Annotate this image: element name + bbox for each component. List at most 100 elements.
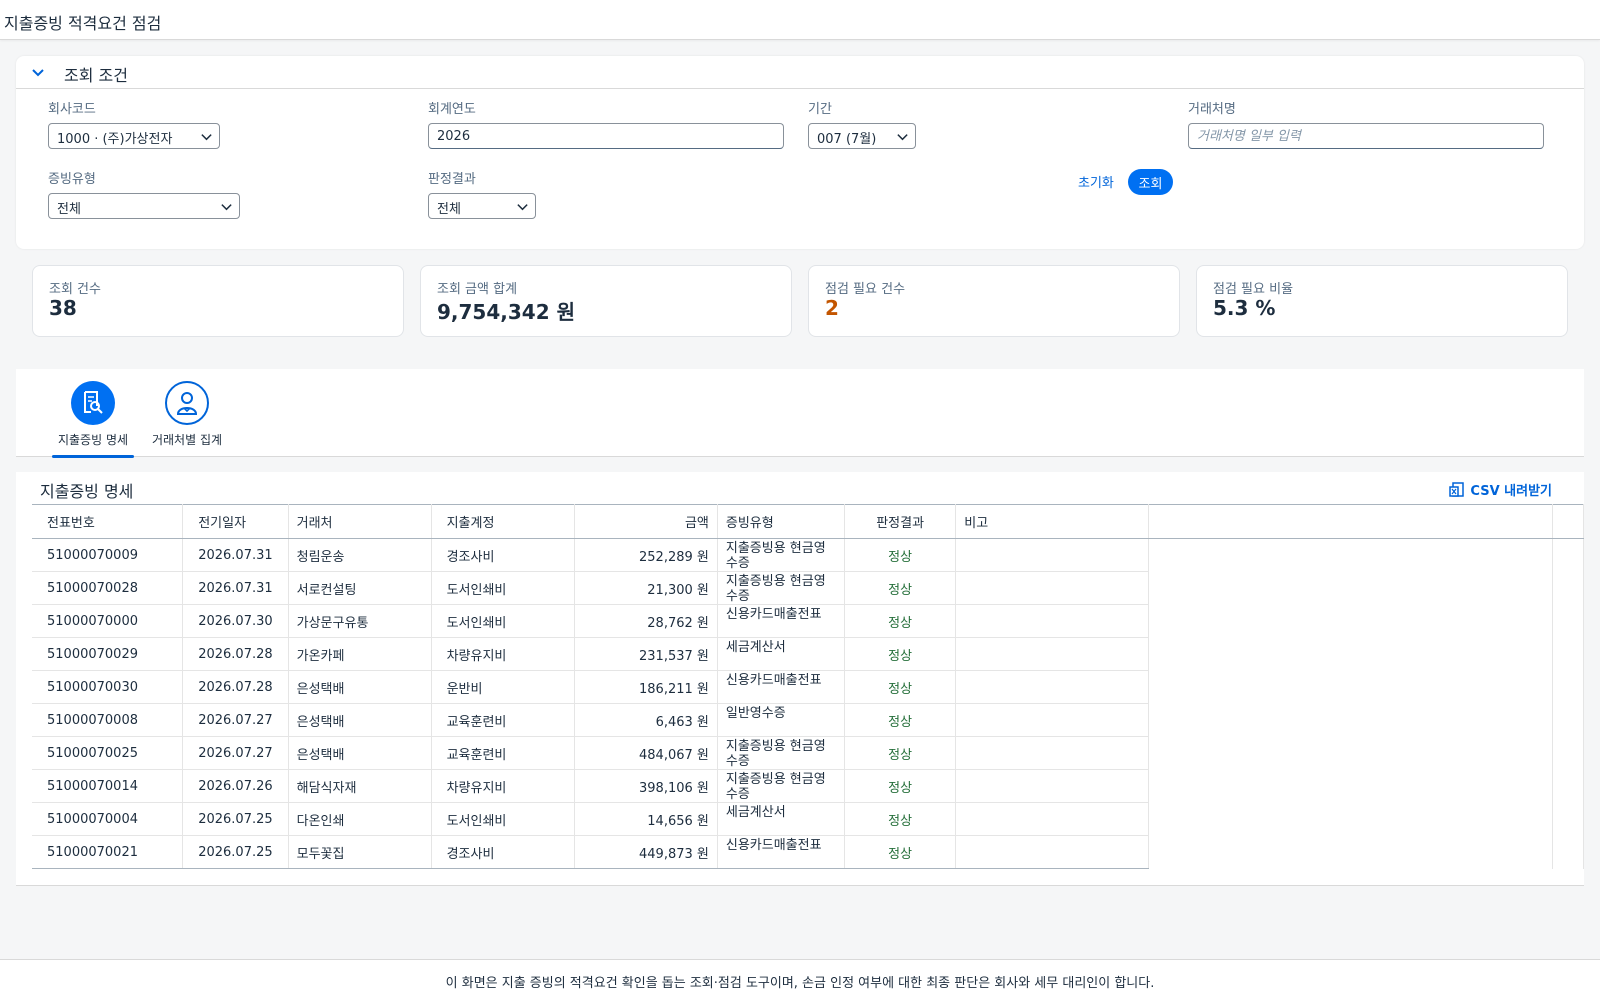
column-header-result[interactable]: 판정결과: [844, 504, 957, 539]
chevron-down-icon: [201, 134, 212, 141]
cell-amount: 6,463 원: [574, 703, 718, 737]
cell-account: 차량유지비: [431, 769, 575, 803]
document-search-icon: [84, 391, 103, 414]
cell-amount: 398,106 원: [574, 769, 718, 803]
company-select[interactable]: 1000 · (주)가상전자: [48, 123, 220, 149]
table-filler-cell: [1147, 769, 1553, 803]
cell-evidence-type: 일반영수증: [717, 703, 845, 737]
search-button[interactable]: 조회: [1128, 169, 1173, 195]
cell-posting-date: 2026.07.31: [182, 571, 289, 605]
cell-posting-date: 2026.07.30: [182, 604, 289, 638]
cell-result: 정상: [844, 637, 957, 671]
table-row[interactable]: 51000070014 2026.07.26 해담식자재 차량유지비 398,106 원…: [32, 769, 1585, 803]
year-label: 회계연도: [428, 102, 476, 117]
reset-button[interactable]: 초기화: [1078, 172, 1114, 191]
column-header-doc-no[interactable]: 전표번호: [32, 504, 184, 539]
cell-doc-no: 51000070029: [32, 637, 184, 671]
company-select-value: 1000 · (주)가상전자: [57, 132, 173, 147]
result-label: 판정결과: [428, 172, 476, 187]
table-filler-cell: [1147, 703, 1553, 737]
cell-evidence-type: 지출증빙용 현금영수증: [717, 538, 845, 572]
table-filler-cell: [1552, 769, 1585, 803]
table-row[interactable]: 51000070009 2026.07.31 청림운송 경조사비 252,289 원 지출…: [32, 538, 1585, 572]
cell-account: 도서인쇄비: [431, 571, 575, 605]
cell-posting-date: 2026.07.28: [182, 670, 289, 704]
cell-evidence-type: 세금계산서: [717, 802, 845, 836]
evidence-select-value: 전체: [57, 202, 81, 217]
table-row[interactable]: 51000070004 2026.07.25 다온인쇄 도서인쇄비 14,656 원 세금…: [32, 802, 1585, 836]
excel-export-icon: [1449, 481, 1465, 497]
column-header-amount[interactable]: 금액: [574, 504, 718, 539]
tab-vendor-summary[interactable]: 거래처별 집계: [142, 381, 232, 448]
column-header-account[interactable]: 지출계정: [431, 504, 575, 539]
cell-amount: 252,289 원: [574, 538, 718, 572]
table-row[interactable]: 51000070008 2026.07.27 은성택배 교육훈련비 6,463 원 일반영…: [32, 703, 1585, 737]
result-select-value: 전체: [437, 202, 461, 217]
filter-panel-title: 조회 조건: [64, 66, 128, 85]
table-row[interactable]: 51000070021 2026.07.25 모두꽃집 경조사비 449,873 원 신용…: [32, 835, 1585, 869]
filter-panel-header[interactable]: 조회 조건: [16, 56, 1584, 89]
cell-remark: [955, 571, 1149, 605]
cell-evidence-type: 지출증빙용 현금영수증: [717, 736, 845, 770]
cell-evidence-type: 신용카드매출전표: [717, 670, 845, 704]
table-filler-cell: [1552, 637, 1585, 671]
cell-amount: 231,537 원: [574, 637, 718, 671]
cell-amount: 14,656 원: [574, 802, 718, 836]
table-filler-cell: [1552, 835, 1585, 869]
column-header-remark[interactable]: 비고: [955, 504, 1149, 539]
csv-download-label: CSV 내려받기: [1470, 484, 1552, 499]
cell-posting-date: 2026.07.27: [182, 736, 289, 770]
cell-doc-no: 51000070004: [32, 802, 184, 836]
cell-vendor: 가상문구유통: [288, 604, 432, 638]
year-input[interactable]: [428, 123, 784, 149]
cell-evidence-type: 신용카드매출전표: [717, 835, 845, 869]
cell-vendor: 가온카페: [288, 637, 432, 671]
app-title: 지출증빙 적격요건 점검: [4, 14, 162, 33]
kpi-label: 조회 금액 합계: [437, 282, 518, 297]
cell-vendor: 다온인쇄: [288, 802, 432, 836]
table-row[interactable]: 51000070025 2026.07.27 은성택배 교육훈련비 484,067 원지…: [32, 736, 1585, 770]
cell-result: 정상: [844, 571, 957, 605]
cell-account: 차량유지비: [431, 637, 575, 671]
vendor-input[interactable]: [1188, 123, 1544, 149]
evidence-select[interactable]: 전체: [48, 193, 240, 219]
cell-vendor: 은성택배: [288, 736, 432, 770]
kpi-card-amount: 조회 금액 합계 9,754,342 원: [420, 265, 792, 337]
column-header-posting-date[interactable]: 전기일자: [182, 504, 289, 539]
tab-icon-circle: [165, 381, 209, 425]
cell-result: 정상: [844, 769, 957, 803]
cell-evidence-type: 지출증빙용 현금영수증: [717, 571, 845, 605]
cell-account: 도서인쇄비: [431, 604, 575, 638]
cell-amount: 484,067 원: [574, 736, 718, 770]
cell-posting-date: 2026.07.27: [182, 703, 289, 737]
cell-remark: [955, 670, 1149, 704]
result-select[interactable]: 전체: [428, 193, 536, 219]
cell-result: 정상: [844, 835, 957, 869]
chevron-down-icon: [517, 204, 528, 211]
table-row[interactable]: 51000070028 2026.07.31 서로컨설팅 도서인쇄비 21,300 원지…: [32, 571, 1585, 605]
period-select-value: 007 (7월): [817, 132, 877, 147]
footer-disclaimer: 이 화면은 지출 증빙의 적격요건 확인을 돕는 조회·점검 도구이며, 손금 …: [0, 959, 1600, 1000]
period-select[interactable]: 007 (7월): [808, 123, 916, 149]
csv-download-button[interactable]: CSV 내려받기: [1449, 480, 1552, 499]
cell-result: 정상: [844, 802, 957, 836]
cell-posting-date: 2026.07.25: [182, 835, 289, 869]
cell-doc-no: 51000070009: [32, 538, 184, 572]
cell-vendor: 모두꽃집: [288, 835, 432, 869]
kpi-card-review-count: 점검 필요 건수 2: [808, 265, 1180, 337]
table-filler-cell: [1147, 835, 1553, 869]
table-row[interactable]: 51000070029 2026.07.28 가온카페 차량유지비 231,537 원세…: [32, 637, 1585, 671]
table-row[interactable]: 51000070000 2026.07.30 가상문구유통 도서인쇄비 28,762 원…: [32, 604, 1585, 638]
cell-vendor: 은성택배: [288, 670, 432, 704]
tab-evidence-detail[interactable]: 지출증빙 명세: [52, 381, 134, 458]
table-filler-cell: [1552, 670, 1585, 704]
column-header-vendor[interactable]: 거래처: [288, 504, 432, 539]
cell-evidence-type: 신용카드매출전표: [717, 604, 845, 638]
tab-label: 지출증빙 명세: [57, 433, 129, 447]
column-header-evidence-type[interactable]: 증빙유형: [717, 504, 845, 539]
cell-evidence-type: 세금계산서: [717, 637, 845, 671]
chevron-down-icon[interactable]: [30, 64, 46, 80]
cell-doc-no: 51000070000: [32, 604, 184, 638]
kpi-value: 2: [825, 296, 839, 320]
table-row[interactable]: 51000070030 2026.07.28 은성택배 운반비 186,211 원 신용카…: [32, 670, 1585, 704]
